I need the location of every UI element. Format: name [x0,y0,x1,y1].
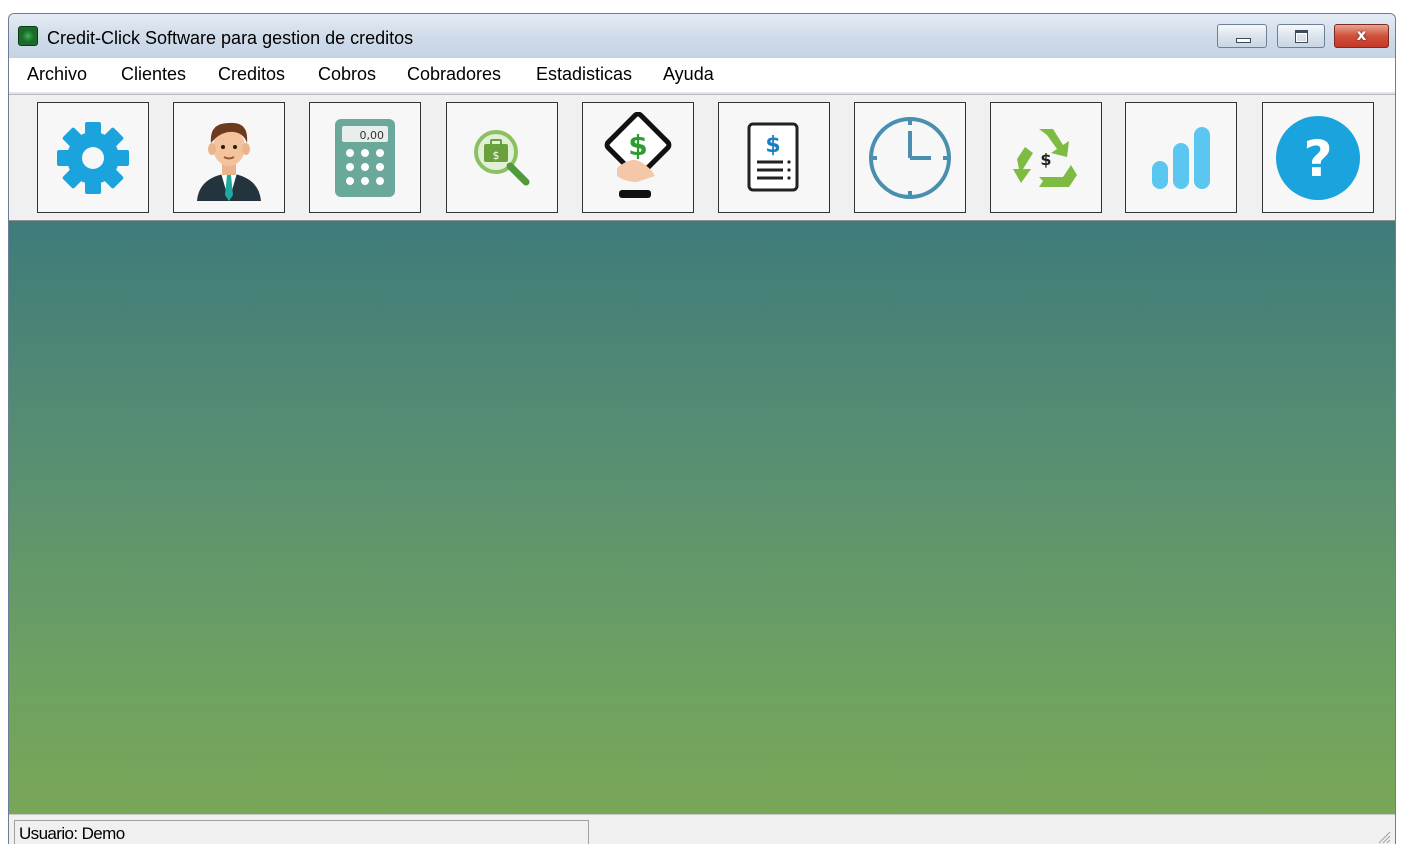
window-title: Credit-Click Software para gestion de cr… [47,28,414,48]
status-user-text: Usuario: Demo [19,824,125,843]
menu-archivo[interactable]: Archivo [27,64,87,85]
help-button[interactable]: ? [1262,102,1374,213]
help-icon: ? [1276,115,1360,200]
menu-creditos[interactable]: Creditos [218,64,285,85]
close-icon: x [1356,26,1367,44]
minimize-button[interactable] [1217,24,1267,48]
client-avatar-icon [197,122,261,201]
payment-hand-icon: $ [604,111,672,198]
search-credits-button[interactable]: $ [446,102,558,213]
mdi-workspace [9,220,1395,814]
title-bar[interactable]: Credit-Click Software para gestion de cr… [9,14,1395,58]
menu-bar: Archivo Clientes Creditos Cobros Cobrado… [9,58,1395,92]
refinance-button[interactable]: $ [990,102,1102,213]
gear-icon [57,121,129,194]
invoice-symbol: $ [765,133,780,158]
status-user-panel: Usuario: Demo [14,820,589,844]
menu-cobradores[interactable]: Cobradores [407,64,501,85]
calculator-display: 0,00 [360,129,385,142]
invoices-button[interactable]: $ [718,102,830,213]
calculator-icon: 0,00 [335,118,395,197]
maximize-button[interactable] [1277,24,1325,48]
money-symbol: $ [493,149,500,162]
settings-button[interactable] [37,102,149,213]
invoice-icon: $ [747,122,799,191]
clients-button[interactable] [173,102,285,213]
statistics-button[interactable] [1125,102,1237,213]
recycle-symbol: $ [1040,150,1051,169]
app-window: Credit-Click Software para gestion de cr… [8,13,1396,844]
status-bar: Usuario: Demo [9,814,1395,844]
calculator-button[interactable]: 0,00 [309,102,421,213]
schedule-button[interactable] [854,102,966,213]
app-logo-icon[interactable] [18,26,38,46]
menu-cobros[interactable]: Cobros [318,64,376,85]
menu-estadisticas[interactable]: Estadisticas [536,64,632,85]
recycle-money-icon: $ [1013,128,1077,187]
close-button[interactable]: x [1334,24,1389,48]
question-mark: ? [1303,130,1332,188]
payments-button[interactable]: $ [582,102,694,213]
menu-ayuda[interactable]: Ayuda [663,64,714,85]
toolbar: 0,00 $ $ $ $ ? [9,94,1395,221]
clock-icon [869,116,951,199]
bar-stats-icon [1152,126,1210,189]
money-search-icon: $ [474,129,530,185]
resize-grip-icon[interactable] [1377,830,1391,844]
dollar-symbol: $ [628,129,647,162]
menu-clientes[interactable]: Clientes [121,64,186,85]
